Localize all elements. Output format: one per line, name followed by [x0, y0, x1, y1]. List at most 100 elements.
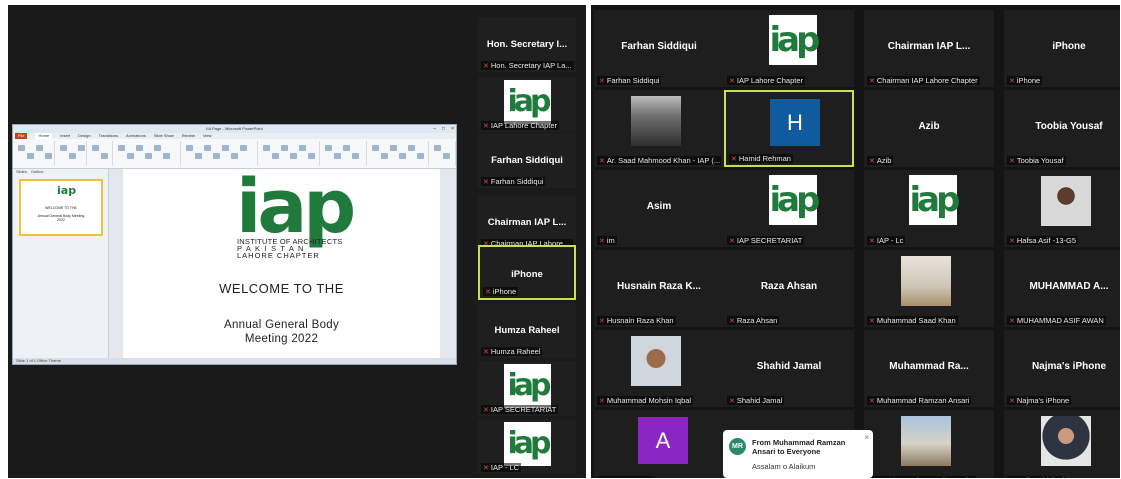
participant-name-label: ✕ Husnain Raza Khan — [597, 316, 676, 325]
ribbon-tool-icon[interactable] — [290, 153, 297, 159]
ribbon-tool-icon[interactable] — [281, 145, 288, 151]
ribbon-tool-icon[interactable] — [222, 145, 229, 151]
gallery-participant-tile[interactable]: ✕Kalim Siddiqui — [1004, 410, 1120, 478]
participant-name: IAP SECRETARIAT — [490, 405, 557, 414]
gallery-participant-tile[interactable]: ✕ Hafsa Asif -13-G5 — [1004, 170, 1120, 247]
gallery-participant-tile[interactable]: Asim ✕ im — [594, 170, 724, 247]
gallery-participant-tile[interactable]: iap ✕ IAP - Lc — [864, 170, 994, 247]
ribbon-tool-icon[interactable] — [45, 153, 52, 159]
ribbon-tool-icon[interactable] — [390, 145, 397, 151]
ribbon-tool-icon[interactable] — [163, 153, 170, 159]
gallery-participant-tile[interactable]: H ✕ Hamid Rehman — [724, 90, 854, 167]
ribbon-tool-icon[interactable] — [352, 153, 359, 159]
gallery-participant-tile[interactable]: Shahid Jamal ✕ Shahid Jamal — [724, 330, 854, 407]
gallery-participant-tile[interactable]: iap ✕ IAP SECRETARIAT — [724, 170, 854, 247]
mic-muted-icon: ✕ — [869, 78, 875, 85]
chat-notification[interactable]: MR From Muhammad Ramzan Ansari to Everyo… — [723, 430, 873, 478]
minimize-icon[interactable]: – — [433, 125, 436, 133]
tab-outline[interactable]: Outline — [31, 169, 44, 175]
ribbon-tool-icon[interactable] — [343, 145, 350, 151]
ribbon-tool-icon[interactable] — [127, 153, 134, 159]
ribbon-tool-icon[interactable] — [434, 145, 441, 151]
participant-tile[interactable]: iap ✕ IAP - LC — [478, 419, 576, 474]
thumb-logo: iap — [57, 184, 77, 197]
ribbon-tool-icon[interactable] — [272, 153, 279, 159]
participant-display-name: Azib — [918, 121, 940, 132]
ribbon-tool-icon[interactable] — [195, 153, 202, 159]
ribbon-tool-icon[interactable] — [213, 153, 220, 159]
participant-tile[interactable]: iap ✕ IAP SECRETARIAT — [478, 361, 576, 416]
gallery-participant-tile[interactable]: ✕Zeeshan Asim Zeeshan Asim — [864, 410, 994, 478]
ribbon-tool-icon[interactable] — [263, 145, 270, 151]
participant-name-label: ✕ Shahid Jamal — [727, 396, 785, 405]
gallery-participant-tile[interactable]: Chairman IAP L... ✕ Chairman IAP Lahore Ch… — [864, 10, 994, 87]
ribbon-tool-icon[interactable] — [69, 153, 76, 159]
ribbon-tool-icon[interactable] — [399, 153, 406, 159]
mic-muted-icon: ✕ — [599, 158, 605, 165]
maximize-icon[interactable]: □ — [442, 125, 445, 133]
gallery-participant-tile[interactable]: Raza Ahsan ✕ Raza Ahsan — [724, 250, 854, 327]
gallery-participant-tile[interactable]: Husnain Raza K... ✕ Husnain Raza Khan — [594, 250, 724, 327]
slide-thumbnail[interactable]: iap WELCOME TO THE Annual General Body M… — [19, 179, 103, 236]
ribbon-tool-icon[interactable] — [101, 153, 108, 159]
ribbon-tool-icon[interactable] — [78, 145, 85, 151]
participant-tile[interactable]: Farhan Siddiqui ✕ Farhan Siddiqui — [478, 133, 576, 188]
gallery-participant-tile[interactable]: A ✕Arwa Hassan — [594, 410, 724, 478]
ribbon-tool-icon[interactable] — [136, 145, 143, 151]
ribbon-tool-icon[interactable] — [408, 145, 415, 151]
gallery-participant-tile[interactable]: Najma's iPhone ✕ Najma's iPhone — [1004, 330, 1120, 407]
ribbon-tool-icon[interactable] — [325, 145, 332, 151]
gallery-participant-tile[interactable]: iPhone ✕ iPhone — [1004, 10, 1120, 87]
close-icon[interactable]: × — [864, 433, 869, 442]
gallery-participant-tile[interactable]: iap ✕ IAP Lahore Chapter — [724, 10, 854, 87]
ribbon-tool-icon[interactable] — [154, 145, 161, 151]
ribbon-tool-icon[interactable] — [299, 145, 306, 151]
thumb-agm: Annual General Body Meeting 2022 — [37, 214, 85, 222]
gallery-participant-tile[interactable]: ✕ Ar. Saad Mahmood Khan - IAP (... — [594, 90, 724, 167]
ribbon-group — [183, 141, 258, 166]
participant-tile[interactable]: iap ✕ IAP Lahore Chapter — [478, 77, 576, 132]
gallery-participant-tile[interactable]: Toobia Yousaf ✕ Toobia Yousaf — [1004, 90, 1120, 167]
gallery-participant-tile[interactable]: ✕ Muhammad Saad Khan — [864, 250, 994, 327]
ribbon-tool-icon[interactable] — [308, 153, 315, 159]
participant-display-name: MUHAMMAD A... — [1029, 281, 1109, 292]
close-icon[interactable]: × — [451, 125, 454, 133]
gallery-participant-tile[interactable]: ✕ Muhammad Mohsin Iqbal — [594, 330, 724, 407]
participant-tile[interactable]: Humza Raheel ✕ Humza Raheel — [478, 303, 576, 358]
tab-slides[interactable]: Slides — [16, 169, 27, 175]
participant-name: Humza Raheel — [490, 347, 541, 356]
participant-display-name: Husnain Raza K... — [617, 281, 701, 292]
ribbon-group — [15, 141, 55, 166]
gallery-participant-tile[interactable]: MUHAMMAD A... ✕ MUHAMMAD ASIF AWAN — [1004, 250, 1120, 327]
ribbon-tool-icon[interactable] — [381, 153, 388, 159]
ribbon-tool-icon[interactable] — [60, 145, 67, 151]
ribbon-tool-icon[interactable] — [145, 153, 152, 159]
ribbon-tool-icon[interactable] — [372, 145, 379, 151]
ribbon-tool-icon[interactable] — [18, 145, 25, 151]
ribbon-tool-icon[interactable] — [118, 145, 125, 151]
gallery-participant-tile[interactable]: Farhan Siddiqui ✕ Farhan Siddiqui — [594, 10, 724, 87]
participant-name: Husnain Raza Khan — [606, 316, 674, 325]
participant-tile[interactable]: iPhone ✕ iPhone — [478, 245, 576, 300]
ribbon-tool-icon[interactable] — [334, 153, 341, 159]
participant-photo — [631, 336, 681, 386]
ribbon-tool-icon[interactable] — [417, 153, 424, 159]
ribbon-tool-icon[interactable] — [186, 145, 193, 151]
ribbon-tool-icon[interactable] — [27, 153, 34, 159]
participant-tile[interactable]: Chairman IAP L...✕Chairman IAP Lahore ..… — [478, 195, 576, 250]
gallery-participant-tile[interactable]: Muhammad Ra... ✕ Muhammad Ramzan Ansari — [864, 330, 994, 407]
participant-name: Raza Ahsan — [736, 316, 778, 325]
gallery-participant-tile[interactable]: Azib ✕ Azib — [864, 90, 994, 167]
ribbon-tool-icon[interactable] — [92, 145, 99, 151]
mic-muted-icon: ✕ — [483, 349, 489, 356]
avatar-letter: H — [770, 99, 820, 146]
ribbon-tool-icon[interactable] — [204, 145, 211, 151]
ribbon-tool-icon[interactable] — [36, 145, 43, 151]
mic-muted-icon: ✕ — [869, 318, 875, 325]
participant-tile[interactable]: Hon. Secretary I... ✕ Hon. Secretary IAP L… — [478, 17, 576, 72]
ribbon-tool-icon[interactable] — [231, 153, 238, 159]
participant-name-label: ✕ IAP SECRETARIAT — [481, 405, 559, 414]
ribbon-tool-icon[interactable] — [443, 153, 450, 159]
participant-display-name: Asim — [646, 201, 672, 212]
ribbon-tool-icon[interactable] — [240, 145, 247, 151]
